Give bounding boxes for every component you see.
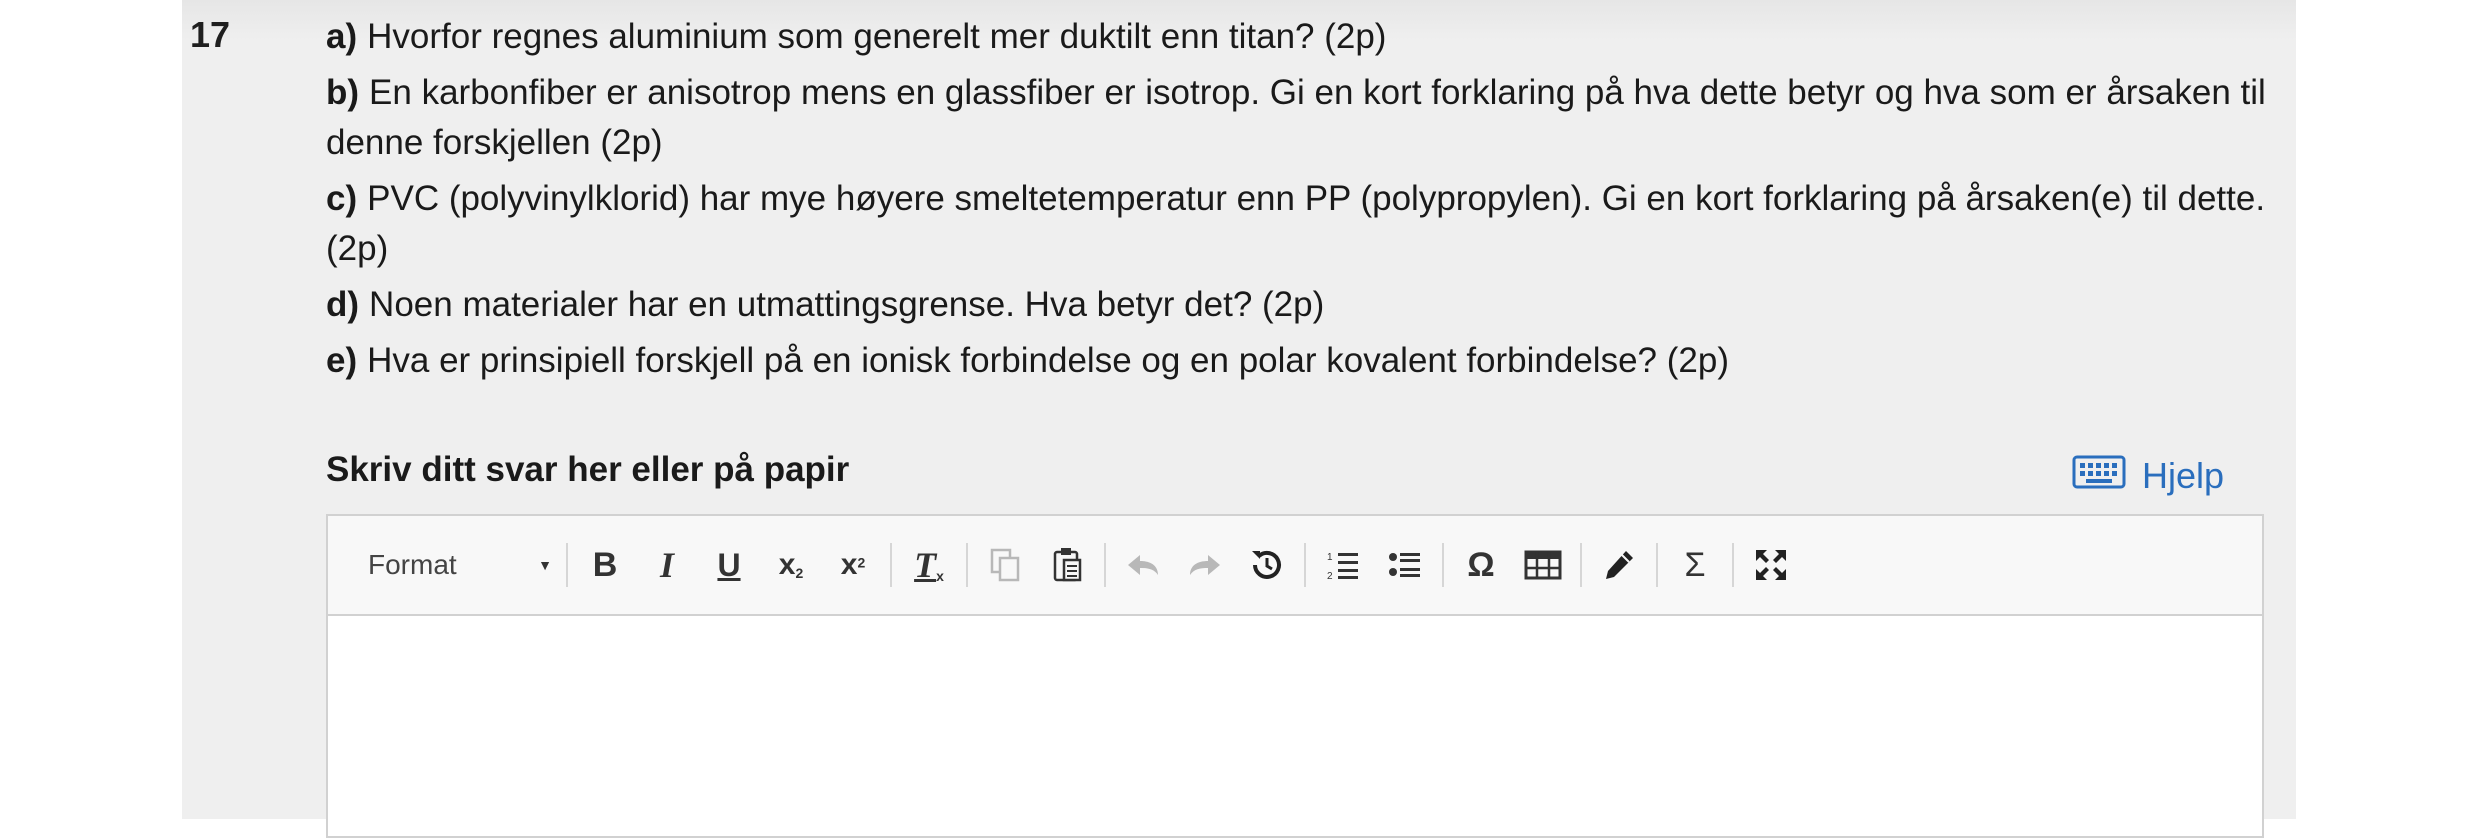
special-character-button[interactable]: Ω [1450,535,1512,595]
question-part-a: a) Hvorfor regnes aluminium som generelt … [326,12,2276,62]
sigma-icon: Σ [1684,545,1706,584]
question-part-b: b) En karbonfiber er anisotrop mens en gl… [326,68,2276,168]
toolbar-separator [890,543,892,587]
question-list: a) Hvorfor regnes aluminium som generelt … [326,12,2276,392]
editor-content-area[interactable] [328,616,2262,834]
subscript-button[interactable]: x2 [760,535,822,595]
format-label: Format [368,549,457,580]
toolbar-separator [1442,543,1444,587]
subscript-icon: x2 [778,548,804,582]
bold-button[interactable]: B [574,535,636,595]
svg-text:2: 2 [1327,571,1333,581]
copy-icon [990,548,1020,582]
draw-button[interactable] [1588,535,1650,595]
bold-icon: B [592,545,618,584]
part-letter: b) [326,73,360,112]
italic-icon: I [659,545,674,585]
part-text: Hvorfor regnes aluminium som generelt me… [367,17,1387,56]
superscript-button[interactable]: x2 [822,535,884,595]
question-part-d: d) Noen materialer har en utmattingsgrens… [326,280,2276,330]
undo-icon [1128,555,1158,575]
paste-button[interactable] [1036,535,1098,595]
italic-button[interactable]: I [636,535,698,595]
toolbar-separator [1580,543,1582,587]
history-icon [1252,550,1281,579]
toolbar-separator [1656,543,1658,587]
paste-icon [1053,548,1082,582]
part-text: Hva er prinsipiell forskjell på en ionis… [367,341,1729,380]
answer-heading: Skriv ditt svar her eller på papir [326,450,850,489]
chevron-down-icon: ▼ [538,557,552,573]
clear-formatting-icon: Tx [914,545,944,585]
copy-button[interactable] [974,535,1036,595]
help-label: Hjelp [2142,455,2225,496]
pencil-icon [1606,551,1633,579]
formula-button[interactable]: Σ [1664,535,1726,595]
history-button[interactable] [1236,535,1298,595]
toolbar-separator [1304,543,1306,587]
table-button[interactable] [1512,535,1574,595]
question-number: 17 [190,14,231,55]
superscript-icon: x2 [840,548,866,581]
redo-button[interactable] [1174,535,1236,595]
part-text: Noen materialer har en utmattingsgrense.… [369,285,1325,324]
bulleted-list-button[interactable] [1374,535,1436,595]
underline-button[interactable]: U [698,535,760,595]
underline-icon: U [717,546,741,583]
part-letter: a) [326,17,358,56]
format-dropdown[interactable]: Format ▼ [368,537,560,593]
toolbar-separator [966,543,968,587]
maximize-icon [1756,550,1786,580]
keyboard-icon [2072,455,2142,498]
toolbar-separator [1732,543,1734,587]
clear-formatting-button[interactable]: Tx [898,535,960,595]
toolbar-separator [1104,543,1106,587]
part-text: En karbonfiber er anisotrop mens en glas… [326,73,2266,162]
toolbar-separator [566,543,568,587]
help-link[interactable]: Hjelp [2072,452,2224,500]
bulleted-list-icon [1389,553,1420,577]
part-letter: c) [326,179,358,218]
omega-icon: Ω [1467,545,1495,584]
svg-text:1: 1 [1327,552,1333,563]
question-part-c: c) PVC (polyvinylklorid) har mye høyere s… [326,174,2276,274]
rich-text-editor: Format ▼ B I U x2 x2 Tx 12 Ω Σ [326,514,2264,838]
numbered-list-icon: 12 [1327,552,1358,581]
part-text: PVC (polyvinylklorid) har mye høyere sme… [326,179,2266,268]
editor-toolbar: Format ▼ B I U x2 x2 Tx 12 Ω Σ [328,516,2262,616]
maximize-button[interactable] [1740,535,1802,595]
numbered-list-button[interactable]: 12 [1312,535,1374,595]
part-letter: e) [326,341,358,380]
redo-icon [1190,555,1220,575]
table-icon [1524,550,1562,580]
part-letter: d) [326,285,360,324]
question-part-e: e) Hva er prinsipiell forskjell på en ion… [326,336,2276,386]
undo-button[interactable] [1112,535,1174,595]
